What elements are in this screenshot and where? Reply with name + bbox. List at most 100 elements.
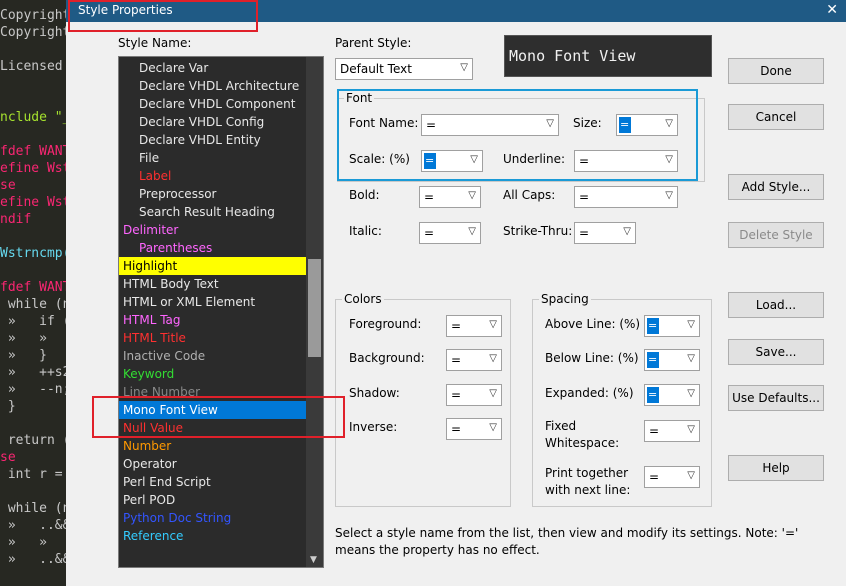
colors-group-title: Colors (342, 292, 384, 306)
style-list-item[interactable]: Operator (119, 455, 307, 473)
style-list-item[interactable]: Declare VHDL Architecture (119, 77, 307, 95)
style-properties-dialog: Style Properties ✕ Style Name: Reference… (66, 0, 846, 586)
strike-thru-value: = (579, 226, 590, 240)
parent-style-value: Default Text (340, 62, 412, 76)
print-together-value: = (649, 470, 660, 484)
shadow-value: = (451, 388, 462, 402)
cancel-button[interactable]: Cancel (728, 104, 824, 130)
annotation-box-selection (92, 396, 345, 438)
fixed-whitespace-value: = (649, 424, 660, 438)
scrollbar-thumb[interactable] (308, 259, 321, 357)
all-caps-select[interactable]: = ▽ (574, 186, 678, 208)
strike-thru-select[interactable]: = ▽ (574, 222, 636, 244)
style-list-item[interactable]: Reference (119, 527, 307, 545)
chevron-down-icon: ▽ (468, 226, 476, 237)
style-list-item[interactable]: Keyword (119, 365, 307, 383)
parent-style-select[interactable]: Default Text ▽ (335, 58, 473, 80)
style-list-item[interactable]: Python Doc String (119, 509, 307, 527)
chevron-down-icon: ▽ (623, 226, 631, 237)
chevron-down-icon: ▽ (489, 422, 497, 433)
chevron-down-icon: ▽ (489, 319, 497, 330)
style-list-item[interactable]: HTML Body Text (119, 275, 307, 293)
fixed-whitespace-label-1: Fixed (545, 419, 577, 433)
style-list-item[interactable]: Preprocessor (119, 185, 307, 203)
style-list-item[interactable]: Label (119, 167, 307, 185)
style-list-scrollbar[interactable]: ▼ (306, 57, 323, 567)
chevron-down-icon: ▽ (460, 62, 468, 73)
style-list-item[interactable]: HTML Title (119, 329, 307, 347)
style-list-item[interactable]: Parentheses (119, 239, 307, 257)
annotation-box-title (68, 0, 258, 32)
print-together-label-2: with next line: (545, 483, 631, 497)
strike-thru-label: Strike-Thru: (503, 224, 573, 238)
italic-select[interactable]: = ▽ (419, 222, 481, 244)
delete-style-button[interactable]: Delete Style (728, 222, 824, 248)
style-list-item[interactable]: Search Result Heading (119, 203, 307, 221)
save-button[interactable]: Save... (728, 339, 824, 365)
code-line: » --n; (0, 382, 71, 397)
chevron-down-icon: ▽ (687, 353, 695, 364)
chevron-down-icon: ▽ (687, 470, 695, 481)
inverse-value: = (451, 422, 462, 436)
foreground-select[interactable]: = ▽ (446, 315, 502, 337)
all-caps-label: All Caps: (503, 188, 556, 202)
style-name-label: Style Name: (118, 36, 192, 50)
above-line-select[interactable]: = ▽ (644, 315, 700, 337)
chevron-down-icon: ▽ (468, 190, 476, 201)
hint-text: Select a style name from the list, then … (335, 526, 799, 557)
code-line: ndif (0, 212, 32, 227)
inverse-label: Inverse: (349, 420, 398, 434)
chevron-down-icon: ▽ (687, 424, 695, 435)
style-list-item[interactable]: File (119, 149, 307, 167)
bold-select[interactable]: = ▽ (419, 186, 481, 208)
fixed-whitespace-label-2: Whitespace: (545, 436, 620, 450)
below-line-select[interactable]: = ▽ (644, 349, 700, 371)
bold-value: = (424, 190, 435, 204)
fixed-whitespace-select[interactable]: = ▽ (644, 420, 700, 442)
code-line: } (0, 399, 16, 414)
above-line-label: Above Line: (%) (545, 317, 641, 331)
print-together-select[interactable]: = ▽ (644, 466, 700, 488)
done-button[interactable]: Done (728, 58, 824, 84)
use-defaults-button[interactable]: Use Defaults... (728, 385, 824, 411)
help-button[interactable]: Help (728, 455, 824, 481)
above-line-value: = (647, 318, 659, 334)
chevron-down-icon: ▽ (489, 353, 497, 364)
code-line: se (0, 178, 16, 193)
foreground-value: = (451, 319, 462, 333)
expanded-select[interactable]: = ▽ (644, 384, 700, 406)
style-list-item[interactable]: Highlight (119, 257, 307, 275)
background-select[interactable]: = ▽ (446, 349, 502, 371)
annotation-box-font (337, 89, 698, 181)
style-list-item[interactable]: Declare VHDL Component (119, 95, 307, 113)
spacing-group-title: Spacing (539, 292, 591, 306)
style-list-item[interactable]: Perl POD (119, 491, 307, 509)
style-list-item[interactable]: Delimiter (119, 221, 307, 239)
chevron-down-icon: ▽ (687, 319, 695, 330)
expanded-label: Expanded: (%) (545, 386, 634, 400)
style-list-item[interactable]: HTML or XML Element (119, 293, 307, 311)
chevron-down-icon: ▽ (489, 388, 497, 399)
style-list-item[interactable]: Inactive Code (119, 347, 307, 365)
background-label: Background: (349, 351, 425, 365)
style-list-item[interactable]: Declare VHDL Entity (119, 131, 307, 149)
style-preview: Mono Font View (504, 35, 712, 77)
style-name-list[interactable]: Reference Python Doc String Perl POD Perl E… (118, 56, 324, 568)
italic-value: = (424, 226, 435, 240)
shadow-select[interactable]: = ▽ (446, 384, 502, 406)
style-list-item[interactable]: HTML Tag (119, 311, 307, 329)
below-line-value: = (647, 352, 659, 368)
below-line-label: Below Line: (%) (545, 351, 639, 365)
inverse-select[interactable]: = ▽ (446, 418, 502, 440)
italic-label: Italic: (349, 224, 382, 238)
style-list-item[interactable]: Number (119, 437, 307, 455)
style-list-item[interactable]: Perl End Script (119, 473, 307, 491)
load-button[interactable]: Load... (728, 292, 824, 318)
style-list-item[interactable]: Declare Var (119, 59, 307, 77)
scroll-down-arrow-icon[interactable]: ▼ (310, 555, 317, 565)
close-icon[interactable]: ✕ (826, 2, 838, 18)
code-line: » } (0, 348, 47, 363)
add-style-button[interactable]: Add Style... (728, 174, 824, 200)
chevron-down-icon: ▽ (687, 388, 695, 399)
style-list-item[interactable]: Declare VHDL Config (119, 113, 307, 131)
